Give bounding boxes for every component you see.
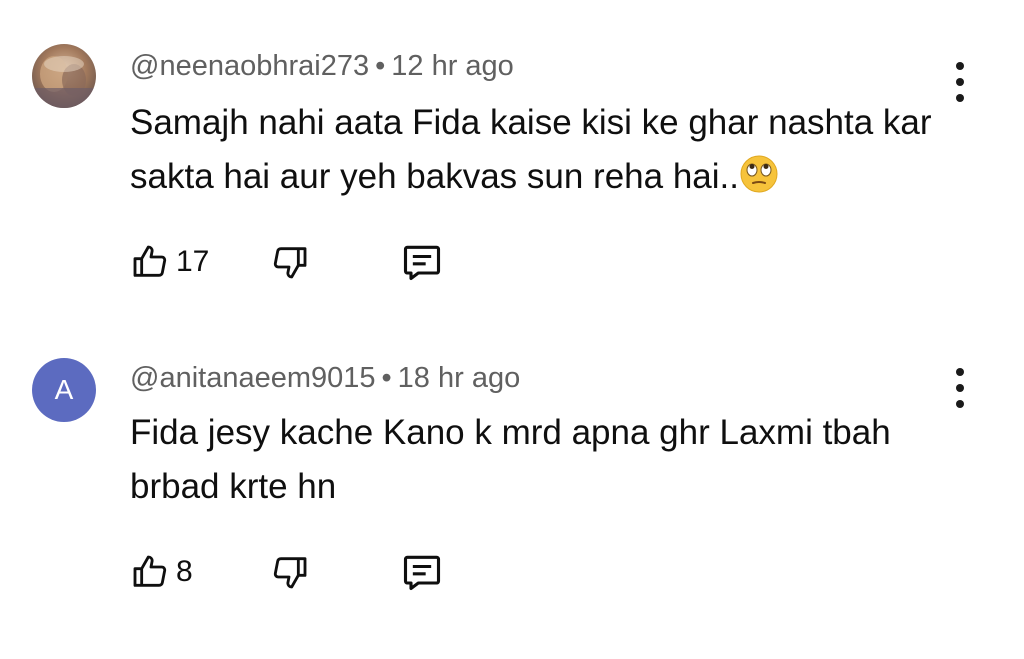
comment-meta: @neenaobhrai273 • 12 hr ago bbox=[130, 50, 514, 83]
separator: • bbox=[375, 50, 386, 82]
comment-time[interactable]: 12 hr ago bbox=[391, 50, 514, 82]
avatar[interactable] bbox=[32, 44, 96, 108]
thumbs-down-icon bbox=[273, 557, 307, 589]
thumbs-up-icon bbox=[133, 245, 167, 277]
like-count: 8 bbox=[176, 555, 193, 588]
comment-author[interactable]: @neenaobhrai273 bbox=[130, 50, 369, 82]
more-vert-icon-dot bbox=[956, 78, 964, 86]
face-with-rolling-eyes-icon bbox=[740, 155, 778, 193]
more-vert-icon-dot bbox=[956, 384, 964, 392]
comment-text-body: Fida jesy kache Kano k mrd apna ghr Laxm… bbox=[130, 413, 891, 506]
like-count: 17 bbox=[176, 245, 210, 278]
dislike-button[interactable] bbox=[270, 242, 400, 282]
comment-icon bbox=[403, 555, 441, 591]
dislike-button[interactable] bbox=[270, 552, 400, 592]
like-button[interactable]: 17 bbox=[130, 242, 270, 282]
avatar-letter: A bbox=[54, 374, 74, 405]
comment-text: Fida jesy kache Kano k mrd apna ghr Laxm… bbox=[130, 406, 950, 514]
thumbs-down-icon bbox=[273, 247, 307, 279]
avatar-image bbox=[32, 44, 96, 108]
comment-author[interactable]: @anitanaeem9015 bbox=[130, 362, 376, 394]
more-options-button[interactable] bbox=[940, 366, 980, 410]
avatar[interactable]: A bbox=[32, 358, 96, 422]
more-vert-icon-dot bbox=[956, 368, 964, 376]
comment-text-body: Samajh nahi aata Fida kaise kisi ke ghar… bbox=[130, 103, 932, 196]
comment-icon bbox=[403, 245, 441, 281]
like-button[interactable]: 8 bbox=[130, 552, 270, 592]
more-vert-icon-dot bbox=[956, 62, 964, 70]
reply-button[interactable] bbox=[400, 240, 460, 284]
comment-actions: 8 bbox=[130, 550, 460, 594]
comment-actions: 17 bbox=[130, 240, 460, 284]
separator: • bbox=[381, 362, 392, 394]
more-vert-icon-dot bbox=[956, 94, 964, 102]
comment-time[interactable]: 18 hr ago bbox=[398, 362, 521, 394]
comment-text: Samajh nahi aata Fida kaise kisi ke ghar… bbox=[130, 96, 950, 204]
thumbs-up-icon bbox=[133, 555, 167, 587]
comment-meta: @anitanaeem9015 • 18 hr ago bbox=[130, 362, 520, 395]
more-vert-icon-dot bbox=[956, 400, 964, 408]
reply-button[interactable] bbox=[400, 550, 460, 594]
